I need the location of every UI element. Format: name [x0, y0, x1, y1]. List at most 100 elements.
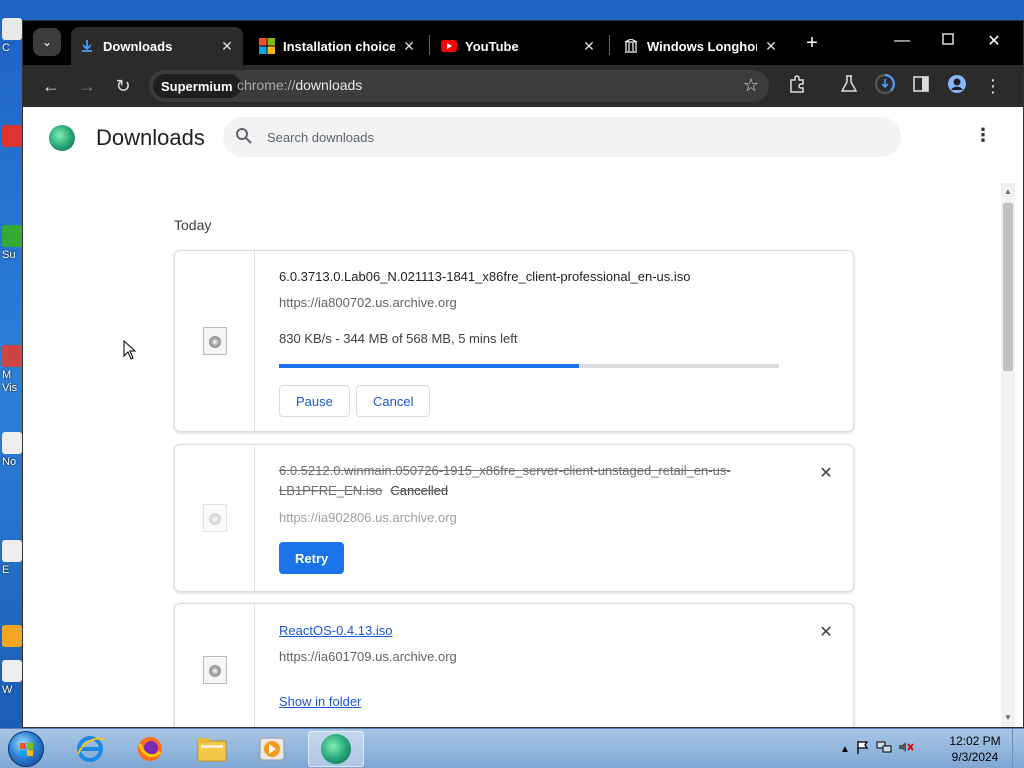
taskbar-app-supermium[interactable]	[308, 731, 364, 767]
browser-menu-button[interactable]: ⋮	[979, 72, 1007, 100]
scroll-up-arrow-icon[interactable]: ▲	[1003, 187, 1013, 197]
page-more-menu-button[interactable]: ⋮	[973, 125, 993, 149]
side-panel-button[interactable]	[907, 72, 935, 100]
download-item: 6.0.3713.0.Lab06_N.021113-1841_x86fre_cl…	[174, 250, 854, 432]
internet-explorer-icon	[77, 736, 105, 762]
maximize-icon	[942, 32, 954, 50]
retry-button[interactable]: Retry	[279, 542, 345, 574]
bookmark-star-icon[interactable]: ☆	[743, 75, 759, 96]
tab-search-button[interactable]: ⌄	[33, 28, 61, 56]
tab-strip: ⌄ Downloads ✕ Installation choices | ✕ Y…	[23, 21, 1023, 65]
taskbar-clock[interactable]: 12:02 PM 9/3/2024	[940, 733, 1010, 765]
show-hidden-icons-arrow-icon[interactable]: ▲	[840, 744, 850, 755]
url-text[interactable]: chrome://downloads	[237, 77, 362, 93]
tab-windows-longhorn[interactable]: Windows Longhorn ✕	[615, 27, 787, 65]
tab-installation-choices[interactable]: Installation choices | ✕	[251, 27, 425, 65]
close-tab-icon[interactable]: ✕	[401, 38, 417, 55]
app-icon	[2, 345, 22, 367]
close-tab-icon[interactable]: ✕	[763, 38, 779, 55]
taskbar: ▲ 12:02 PM 9/3/2024	[0, 728, 1024, 768]
youtube-icon	[441, 38, 457, 54]
desktop-icon[interactable]: M Vis	[2, 345, 24, 394]
start-button[interactable]	[8, 731, 44, 767]
close-tab-icon[interactable]: ✕	[581, 38, 597, 55]
desktop-icon[interactable]: No	[2, 432, 24, 472]
maximize-button[interactable]	[925, 27, 971, 55]
network-icon[interactable]	[876, 740, 892, 759]
taskbar-app-media-player[interactable]	[244, 731, 300, 767]
new-tab-button[interactable]: +	[799, 30, 825, 56]
progress-fill	[279, 364, 579, 368]
tab-title: Windows Longhorn	[647, 38, 757, 54]
download-progress-bar	[279, 364, 779, 368]
desktop-icon[interactable]: E	[2, 540, 24, 580]
show-in-folder-link[interactable]: Show in folder	[279, 694, 361, 709]
windows-logo-icon	[259, 38, 275, 54]
desktop-icon-label: Su	[2, 249, 16, 261]
cancel-button[interactable]: Cancel	[356, 385, 431, 417]
download-status: 830 KB/s - 344 MB of 568 MB, 5 mins left	[279, 331, 518, 346]
labs-button[interactable]	[835, 72, 863, 100]
archive-icon	[623, 38, 639, 54]
download-filename: 6.0.3713.0.Lab06_N.021113-1841_x86fre_cl…	[279, 269, 691, 284]
downloads-button[interactable]	[871, 72, 899, 100]
desktop-icon[interactable]	[2, 625, 24, 665]
reload-button[interactable]: ↻	[109, 72, 137, 100]
toolbar: ← → ↻ Supermium chrome://downloads ☆ ⋮	[23, 65, 1023, 107]
scrollbar[interactable]: ▲ ▼	[1001, 183, 1015, 727]
tab-title: Installation choices |	[283, 38, 395, 54]
arrow-right-icon: →	[78, 75, 96, 96]
pause-button[interactable]: Pause	[279, 385, 350, 417]
show-desktop-button[interactable]	[1012, 729, 1024, 768]
profile-button[interactable]	[943, 72, 971, 100]
reload-icon: ↻	[115, 75, 131, 96]
scroll-down-arrow-icon[interactable]: ▼	[1003, 713, 1013, 723]
disc-image-file-icon	[202, 656, 227, 684]
tab-title: Downloads	[103, 38, 173, 54]
desktop-icon-label: E	[2, 564, 10, 576]
remove-item-close-icon[interactable]: ✕	[817, 463, 835, 482]
app-icon	[2, 225, 22, 247]
browser-window: ⌄ Downloads ✕ Installation choices | ✕ Y…	[22, 20, 1024, 728]
taskbar-app-file-explorer[interactable]	[184, 731, 240, 767]
desktop-icon[interactable]: W	[2, 660, 24, 700]
tab-youtube[interactable]: YouTube ✕	[433, 27, 605, 65]
notepad-icon	[2, 432, 22, 454]
date-group-label: Today	[174, 217, 212, 233]
tab-downloads[interactable]: Downloads ✕	[71, 27, 243, 65]
address-bar[interactable]: Supermium chrome://downloads ☆	[149, 70, 769, 102]
firefox-icon	[138, 737, 162, 761]
desktop-icon[interactable]: C	[2, 18, 24, 58]
minimize-button[interactable]: —	[879, 27, 925, 55]
remove-item-close-icon[interactable]: ✕	[817, 622, 835, 641]
download-icon	[79, 38, 95, 54]
search-icon	[235, 127, 253, 145]
close-tab-icon[interactable]: ✕	[219, 38, 235, 55]
tab-separator	[609, 35, 610, 55]
download-filename: 6.0.5212.0.winmain.050726-1915_x86fre_se…	[279, 461, 779, 501]
url-scheme: chrome://	[237, 77, 296, 93]
clock-time: 12:02 PM	[949, 734, 1001, 748]
arrow-left-icon: ←	[42, 75, 60, 96]
download-filename-link[interactable]: ReactOS-0.4.13.iso	[279, 623, 392, 638]
extensions-button[interactable]	[783, 72, 811, 100]
file-icon-column	[175, 445, 255, 591]
desktop-icon-label: W	[2, 684, 13, 696]
forward-button[interactable]: →	[73, 72, 101, 100]
chevron-down-icon: ⌄	[41, 35, 53, 49]
mouse-cursor-icon	[123, 340, 137, 360]
taskbar-app-internet-explorer[interactable]	[62, 731, 118, 767]
search-input[interactable]	[267, 117, 867, 157]
windows-flag-icon	[20, 743, 33, 756]
desktop-icon[interactable]: Su	[2, 225, 24, 265]
download-item: ReactOS-0.4.13.iso https://ia601709.us.a…	[174, 603, 854, 727]
back-button[interactable]: ←	[37, 72, 65, 100]
action-center-flag-icon[interactable]	[856, 740, 870, 759]
url-path: downloads	[295, 77, 363, 93]
desktop-icon[interactable]	[2, 125, 24, 165]
app-icon	[2, 125, 22, 147]
scrollbar-thumb[interactable]	[1003, 203, 1013, 371]
close-window-button[interactable]: ✕	[971, 27, 1017, 55]
volume-muted-icon[interactable]	[898, 740, 914, 759]
taskbar-app-firefox[interactable]	[122, 731, 178, 767]
